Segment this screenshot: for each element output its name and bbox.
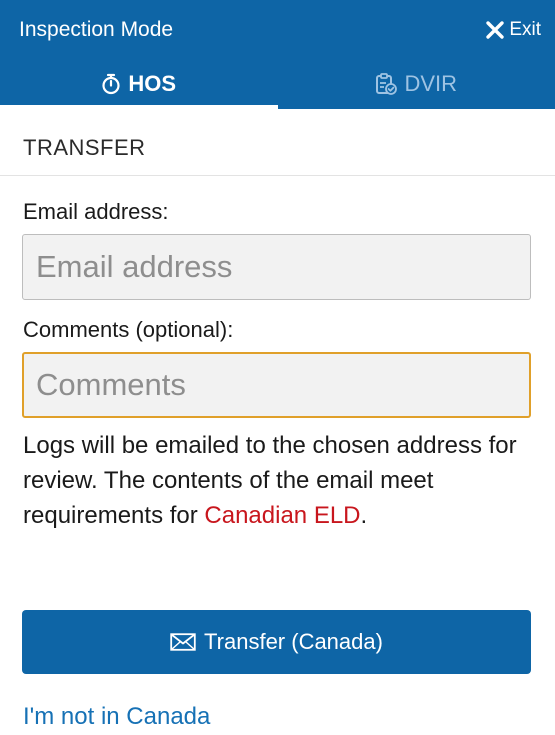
not-in-canada-link[interactable]: I'm not in Canada [23, 703, 210, 731]
page-title: Inspection Mode [19, 18, 174, 41]
tab-hos-label: HOS [128, 70, 177, 96]
transfer-canada-button[interactable]: Transfer (Canada) [22, 610, 531, 674]
inspection-mode-screen: Inspection Mode Exit HOS DVIR TRANSFER E… [0, 0, 555, 735]
tab-dvir-label: DVIR [404, 70, 458, 96]
exit-label: Exit [509, 19, 541, 40]
tab-bar: HOS DVIR [0, 58, 555, 109]
canadian-eld-link[interactable]: Canadian ELD [204, 502, 360, 529]
tab-hos[interactable]: HOS [0, 58, 278, 109]
header-bar: Inspection Mode Exit HOS DVIR [0, 0, 555, 109]
envelope-icon [170, 633, 196, 651]
comments-field[interactable] [22, 352, 531, 418]
comments-label: Comments (optional): [23, 317, 234, 342]
top-bar: Inspection Mode Exit [0, 0, 555, 58]
info-text: Logs will be emailed to the chosen addre… [23, 428, 533, 533]
transfer-button-label: Transfer (Canada) [204, 629, 383, 654]
info-text-end: . [360, 502, 368, 529]
section-title: TRANSFER [23, 135, 146, 160]
stopwatch-icon [102, 73, 121, 94]
clipboard-check-icon [376, 72, 398, 95]
exit-button[interactable]: Exit [485, 16, 541, 44]
email-label: Email address: [23, 199, 169, 224]
email-field[interactable] [22, 234, 531, 300]
section-header: TRANSFER [0, 120, 555, 176]
close-icon [486, 21, 505, 39]
tab-dvir[interactable]: DVIR [278, 58, 555, 109]
